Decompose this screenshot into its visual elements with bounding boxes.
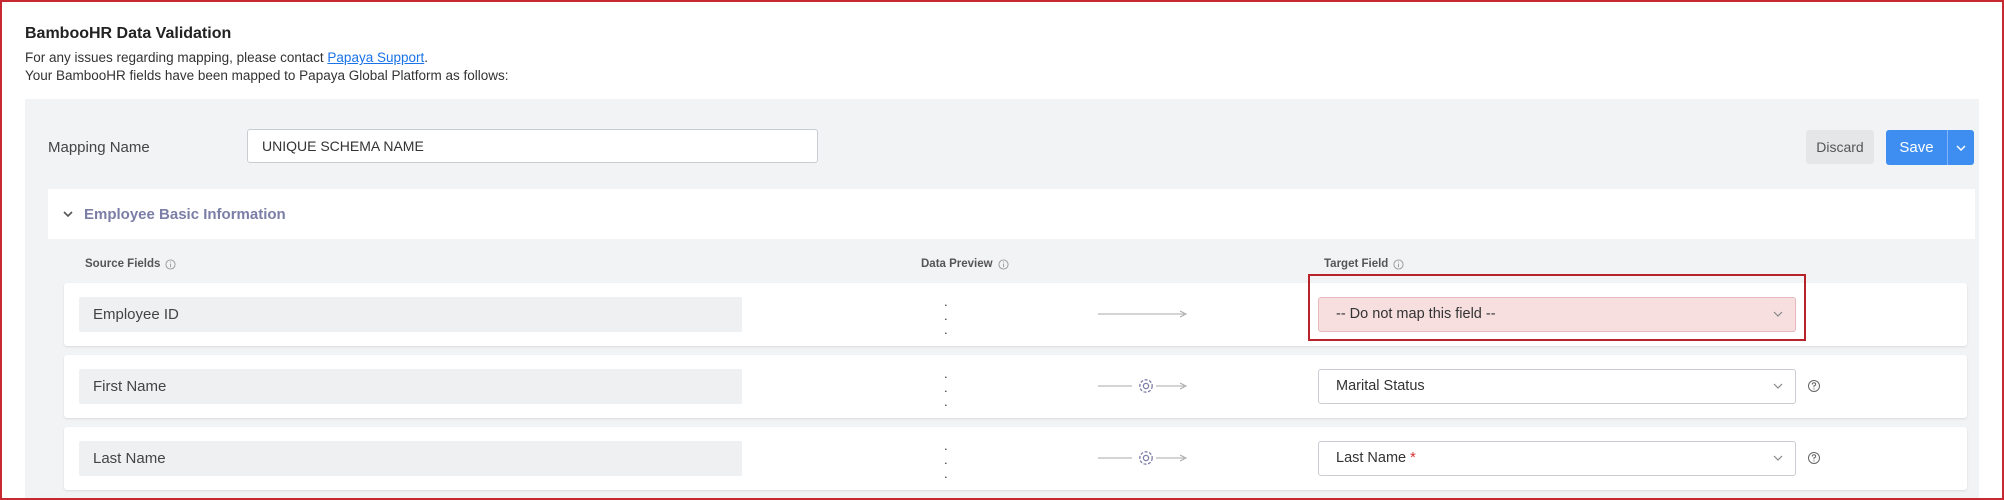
source-field: Last Name xyxy=(79,441,742,476)
mapping-name-input[interactable] xyxy=(247,129,818,163)
employee-basic-information-section: Employee Basic Information Source Fields… xyxy=(48,189,1975,498)
chevron-down-icon xyxy=(1773,455,1783,461)
app-frame: BambooHR Data Validation For any issues … xyxy=(0,0,2004,500)
chevron-down-icon xyxy=(1773,383,1783,389)
mapping-name-label: Mapping Name xyxy=(48,139,150,156)
contact-suffix: . xyxy=(424,50,429,65)
collapse-chevron-icon[interactable] xyxy=(60,206,76,222)
discard-button[interactable]: Discard xyxy=(1806,130,1874,164)
mapping-panel: Mapping Name Discard Save Employee Basic… xyxy=(25,99,1979,498)
preview-value: . xyxy=(944,322,948,337)
chevron-down-icon xyxy=(1956,144,1966,151)
page-title: BambooHR Data Validation xyxy=(25,25,232,42)
save-button[interactable]: Save xyxy=(1886,130,1947,165)
papaya-support-link[interactable]: Papaya Support xyxy=(327,50,424,65)
source-field: Employee ID xyxy=(79,297,742,332)
info-circle-icon[interactable] xyxy=(1393,258,1404,270)
preview-value: . xyxy=(944,466,948,481)
preview-value: . xyxy=(944,380,948,395)
mapping-row: Last Name . . . Last Name * xyxy=(64,427,1967,490)
target-field-value: Last Name xyxy=(1336,450,1407,466)
preview-value: . xyxy=(944,308,948,323)
target-field-value: -- Do not map this field -- xyxy=(1336,306,1496,322)
data-preview-label: Data Preview xyxy=(921,258,993,270)
mapping-row: Employee ID . . . -- Do not map this fie… xyxy=(64,283,1967,346)
source-fields-label: Source Fields xyxy=(85,258,161,270)
gear-icon[interactable] xyxy=(1136,448,1156,468)
question-circle-icon[interactable] xyxy=(1807,379,1821,393)
gear-icon[interactable] xyxy=(1136,376,1156,396)
target-field-select[interactable]: -- Do not map this field -- xyxy=(1318,297,1796,332)
question-circle-icon[interactable] xyxy=(1807,451,1821,465)
data-preview: . . . xyxy=(944,438,954,481)
target-field-label: Target Field xyxy=(1324,258,1389,270)
target-field-select[interactable]: Last Name * xyxy=(1318,441,1796,476)
section-header[interactable]: Employee Basic Information xyxy=(48,189,1975,239)
mapping-row: First Name . . . Marital Status xyxy=(64,355,1967,418)
preview-value: . xyxy=(944,394,948,409)
page-header: BambooHR Data Validation For any issues … xyxy=(25,25,509,85)
target-field-value: Marital Status xyxy=(1336,378,1425,394)
contact-prefix: For any issues regarding mapping, please… xyxy=(25,50,328,65)
preview-value: . xyxy=(944,294,948,309)
target-field-header: Target Field xyxy=(1324,258,1404,270)
required-indicator: * xyxy=(1410,450,1416,466)
section-title: Employee Basic Information xyxy=(84,205,286,223)
arrow-right-icon xyxy=(1098,310,1188,318)
save-options-button[interactable] xyxy=(1947,130,1974,165)
mapping-description: Your BambooHR fields have been mapped to… xyxy=(25,68,509,83)
data-preview-header: Data Preview xyxy=(921,258,1009,270)
data-preview: . . . xyxy=(944,294,954,337)
preview-value: . xyxy=(944,452,948,467)
chevron-down-icon xyxy=(1773,311,1783,317)
source-fields-header: Source Fields xyxy=(85,258,176,270)
contact-line: For any issues regarding mapping, please… xyxy=(25,49,509,67)
source-field: First Name xyxy=(79,369,742,404)
info-circle-icon[interactable] xyxy=(998,258,1009,270)
target-field-select[interactable]: Marital Status xyxy=(1318,369,1796,404)
preview-value: . xyxy=(944,438,948,453)
data-preview: . . . xyxy=(944,366,954,409)
info-circle-icon[interactable] xyxy=(165,258,176,270)
preview-value: . xyxy=(944,366,948,381)
